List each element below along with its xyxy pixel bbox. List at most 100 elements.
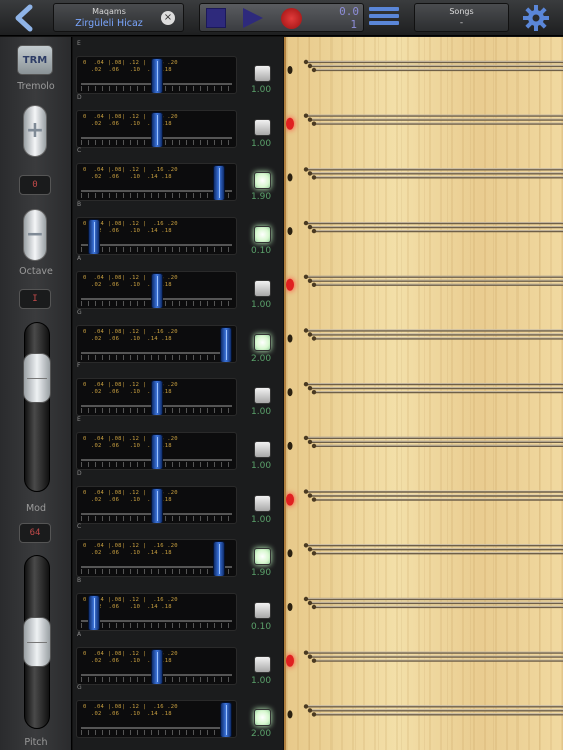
tuning-slider[interactable]: 0 .04 |.08| .12 | .16 .20 .02 .06 .10 .1… [76,431,237,470]
tuning-slider[interactable]: 0 .04 |.08| .12 | .16 .20 .02 .06 .10 .1… [76,109,237,148]
slider-thumb[interactable] [150,111,163,147]
tuning-slider[interactable]: 0 .04 |.08| .12 | .16 .20 .02 .06 .10 .1… [76,593,237,631]
left-control-panel: TRM Tremolo + 0 − Octave I Mod 64 Pitch [0,37,72,750]
note-toggle[interactable] [254,118,271,136]
tuning-slider[interactable]: 0 .04 |.08| .12 | .16 .20 .02 .06 .10 .1… [76,646,237,685]
note-label: G [77,684,82,692]
tuning-slider[interactable]: 0 .04 |.08| .12 | .16 .20 .02 .06 .10 .1… [76,539,237,578]
string-peg [311,336,317,341]
back-button[interactable] [8,4,42,32]
tuning-slider[interactable]: 0 .04 |.08| .12 | .16 .20 .02 .06 .10 .1… [76,378,237,417]
slider-thumb[interactable] [150,380,163,416]
note-toggle[interactable] [254,279,271,297]
string-pair[interactable] [287,543,563,558]
mod-wheel-handle[interactable] [23,352,51,403]
note-toggle[interactable] [254,494,271,512]
settings-button[interactable] [522,4,550,32]
string-pair[interactable] [286,113,563,130]
string-pair[interactable] [287,59,563,74]
tremolo-button[interactable]: TRM [17,45,53,75]
stop-button[interactable] [206,8,226,28]
play-button[interactable] [243,8,263,28]
note-toggle[interactable] [254,655,271,673]
string-pair[interactable] [287,382,563,397]
scale-bottom: .02 .06 .10 .14 .18 [91,335,172,342]
top-bar: Maqams Zirgüleli Hicaz × 0.0 1 Songs - [0,0,563,36]
menu-button[interactable] [369,4,399,30]
slider-thumb[interactable] [220,326,232,362]
string-peg [303,596,309,602]
pitch-wheel-handle[interactable] [23,617,51,667]
slider-thumb[interactable] [150,648,163,684]
string-pair[interactable] [287,596,563,611]
string-peg [307,439,313,445]
chevron-left-icon [15,4,33,32]
string-pair[interactable] [287,328,563,343]
note-toggle[interactable] [254,226,271,244]
string-peg [311,604,317,610]
tuning-row: A 0 .04 |.08| .12 | .16 .20 .02 .06 .10 … [73,629,283,686]
slider-ticks [81,569,232,575]
mod-wheel[interactable] [23,322,51,492]
tuning-row: G 0 .04 |.08| .12 | .16 .20 .02 .06 .10 … [73,307,283,364]
string-peg [307,63,313,69]
slider-thumb[interactable] [213,541,226,577]
octave-value: I [19,289,51,309]
note-toggle[interactable] [254,709,271,727]
transpose-up-button[interactable]: + [23,105,47,157]
tuning-row: E 0 .04 |.08| .12 | .16 .20 .02 .06 .10 … [73,38,283,95]
slider-thumb[interactable] [150,487,163,523]
tuning-row: B 0 .04 |.08| .12 | .16 .20 .02 .06 .10 … [73,575,283,632]
string-pair[interactable] [287,704,563,719]
string-pair[interactable] [287,435,563,450]
note-toggle[interactable] [254,548,271,566]
tuning-slider[interactable]: 0 .04 |.08| .12 | .16 .20 .02 .06 .10 .1… [76,56,237,94]
tuning-slider[interactable]: 0 .04 |.08| .12 | .16 .20 .02 .06 .10 .1… [76,324,237,363]
tuning-slider[interactable]: 0 .04 |.08| .12 | .16 .20 .02 .06 .10 .1… [76,217,237,256]
string-pair[interactable] [287,220,563,236]
marker-icon [287,66,293,74]
string-peg [303,704,309,709]
note-toggle[interactable] [254,172,271,190]
note-toggle[interactable] [254,387,271,405]
slider-thumb[interactable] [150,272,163,308]
scale-top: 0 .04 |.08| .12 | .16 .20 [83,60,178,66]
slider-thumb[interactable] [150,58,163,93]
note-toggle[interactable] [254,440,271,458]
note-toggle[interactable] [254,65,271,82]
transpose-down-button[interactable]: − [23,209,47,261]
pitch-wheel[interactable] [23,555,51,729]
scale-bottom: .02 .06 .10 .14 .18 [91,604,172,610]
tuning-slider[interactable]: 0 .04 |.08| .12 | .16 .20 .02 .06 .10 .1… [76,700,237,739]
maqam-selector[interactable]: Maqams Zirgüleli Hicaz × [53,3,184,32]
clear-icon[interactable]: × [161,11,175,25]
string-pair[interactable] [287,167,563,182]
tuning-slider[interactable]: 0 .04 |.08| .12 | .16 .20 .02 .06 .10 .1… [76,270,237,309]
slider-thumb[interactable] [213,165,226,201]
tuning-slider[interactable]: 0 .04 |.08| .12 | .16 .20 .02 .06 .10 .1… [76,163,237,202]
string-peg [311,551,317,556]
songs-selector[interactable]: Songs - [414,3,509,32]
slider-thumb[interactable] [150,433,163,469]
note-label: B [77,201,82,209]
songs-value: - [459,18,464,28]
slider-ticks [81,730,232,736]
pitch-label: Pitch [24,737,48,748]
string-pair[interactable] [286,274,563,291]
string-peg [307,600,313,606]
string-peg [311,497,317,502]
slider-thumb[interactable] [220,702,232,738]
slider-thumb[interactable] [87,219,100,255]
note-toggle[interactable] [254,602,271,619]
tuning-row: C 0 .04 |.08| .12 | .16 .20 .02 .06 .10 … [73,145,283,202]
marker-icon [287,441,293,450]
string-pair[interactable] [286,489,563,506]
songs-title: Songs [449,7,474,16]
record-button[interactable] [281,8,302,29]
string-pair[interactable] [286,650,563,667]
note-toggle[interactable] [254,333,271,351]
tuning-slider[interactable]: 0 .04 |.08| .12 | .16 .20 .02 .06 .10 .1… [76,485,237,524]
menu-bar [369,7,399,11]
string-board[interactable] [284,37,563,750]
slider-thumb[interactable] [87,595,100,630]
